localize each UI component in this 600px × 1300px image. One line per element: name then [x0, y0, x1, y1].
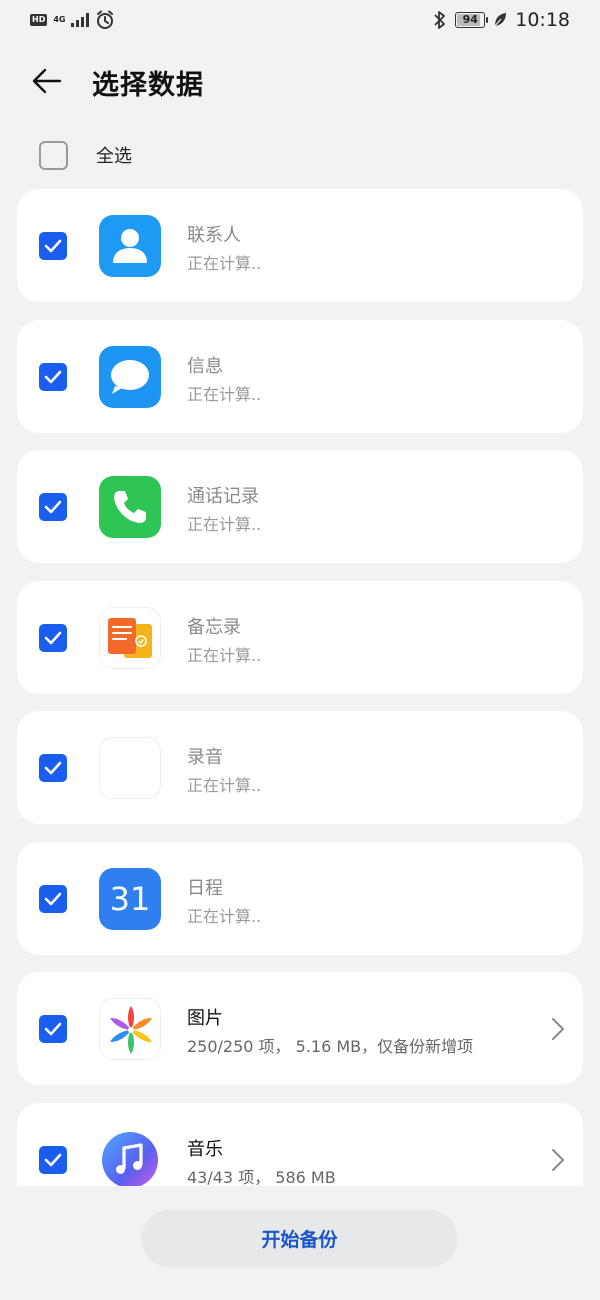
hd-badge: HD	[30, 14, 48, 26]
item-checkbox[interactable]	[39, 754, 67, 782]
data-item-contacts[interactable]: 联系人 正在计算..	[17, 189, 583, 302]
calendar-icon-day: 31	[109, 880, 151, 918]
page-title: 选择数据	[92, 70, 204, 101]
check-icon	[44, 370, 62, 384]
recorder-icon	[99, 737, 161, 799]
data-item-messages[interactable]: 信息 正在计算..	[17, 320, 583, 433]
data-item-recorder[interactable]: 录音 正在计算..	[17, 711, 583, 824]
item-status: 正在计算..	[187, 646, 262, 665]
select-all-row[interactable]: 全选	[39, 139, 132, 171]
check-icon	[44, 239, 62, 253]
leaf-icon	[494, 13, 507, 27]
item-name: 联系人	[187, 225, 241, 246]
notes-icon	[99, 607, 161, 669]
check-icon	[44, 892, 62, 906]
clock: 10:18	[515, 9, 570, 31]
bluetooth-icon	[434, 11, 446, 29]
item-checkbox[interactable]	[39, 624, 67, 652]
start-backup-button[interactable]: 开始备份	[142, 1210, 457, 1266]
item-status: 正在计算..	[187, 907, 262, 926]
back-arrow-icon	[32, 68, 62, 94]
item-status: 250/250 项， 5.16 MB，仅备份新增项	[187, 1037, 474, 1056]
item-checkbox[interactable]	[39, 1146, 67, 1174]
contacts-icon	[99, 215, 161, 277]
item-name: 通话记录	[187, 486, 259, 507]
item-name: 备忘录	[187, 617, 241, 638]
select-all-label: 全选	[96, 146, 132, 167]
backup-select-data-screen: HD 4G 94 10:18 选择数据 全选 联系人 正在计算.. 信息 正在计…	[0, 0, 600, 1300]
messages-icon	[99, 346, 161, 408]
calendar-icon: 31	[99, 868, 161, 930]
item-checkbox[interactable]	[39, 493, 67, 521]
data-item-calendar[interactable]: 31 日程 正在计算..	[17, 842, 583, 955]
item-checkbox[interactable]	[39, 885, 67, 913]
select-all-checkbox[interactable]	[39, 140, 68, 170]
item-checkbox[interactable]	[39, 363, 67, 391]
back-button[interactable]	[30, 64, 70, 100]
check-icon	[44, 631, 62, 645]
check-icon	[44, 761, 62, 775]
phone-icon	[99, 476, 161, 538]
status-bar: HD 4G 94 10:18	[0, 0, 600, 42]
item-status: 正在计算..	[187, 254, 262, 273]
item-status: 正在计算..	[187, 515, 262, 534]
item-name: 日程	[187, 878, 223, 899]
item-name: 音乐	[187, 1139, 223, 1160]
item-name: 信息	[187, 356, 223, 377]
battery-icon: 94	[455, 12, 489, 28]
item-checkbox[interactable]	[39, 1015, 67, 1043]
item-name: 图片	[187, 1008, 223, 1029]
battery-percent: 94	[462, 13, 478, 26]
signal-icon	[71, 13, 90, 27]
status-right: 94 10:18	[433, 9, 570, 31]
network-type: 4G	[53, 15, 66, 24]
data-item-call-log[interactable]: 通话记录 正在计算..	[17, 450, 583, 563]
item-status: 正在计算..	[187, 776, 262, 795]
chevron-right-icon[interactable]	[551, 1148, 565, 1172]
gallery-icon	[99, 998, 161, 1060]
music-icon	[99, 1129, 161, 1191]
status-left: HD 4G	[30, 10, 115, 30]
item-status: 正在计算..	[187, 385, 262, 404]
item-checkbox[interactable]	[39, 232, 67, 260]
alarm-icon	[97, 10, 114, 29]
check-icon	[44, 1153, 62, 1167]
check-icon	[44, 500, 62, 514]
header: 选择数据	[0, 48, 600, 118]
check-icon	[44, 1022, 62, 1036]
item-status: 43/43 项， 586 MB	[187, 1168, 336, 1187]
chevron-right-icon[interactable]	[551, 1017, 565, 1041]
item-name: 录音	[187, 747, 223, 768]
data-item-gallery[interactable]: 图片 250/250 项， 5.16 MB，仅备份新增项	[17, 972, 583, 1085]
data-item-notes[interactable]: 备忘录 正在计算..	[17, 581, 583, 694]
